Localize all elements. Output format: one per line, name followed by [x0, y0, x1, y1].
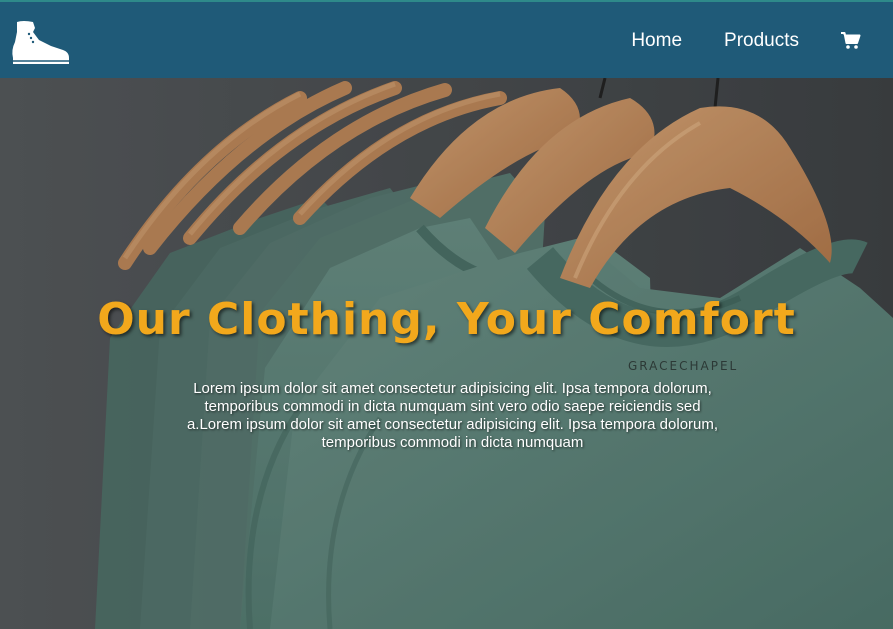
boot-icon[interactable]	[11, 20, 71, 66]
page: GRACECHAPEL Our Clothing, Your Comfort L…	[0, 0, 893, 629]
hero-overlay	[0, 78, 893, 629]
hero-description: Lorem ipsum dolor sit amet consectetur a…	[186, 380, 719, 451]
hero-title: Our Clothing, Your Comfort	[97, 294, 796, 345]
navbar: Home Products	[0, 0, 893, 78]
hero-section: GRACECHAPEL Our Clothing, Your Comfort L…	[0, 78, 893, 629]
nav-links: Home Products	[631, 2, 893, 80]
nav-link-products[interactable]: Products	[724, 30, 799, 52]
nav-link-home[interactable]: Home	[631, 30, 682, 52]
shopping-cart-icon[interactable]	[841, 32, 861, 50]
